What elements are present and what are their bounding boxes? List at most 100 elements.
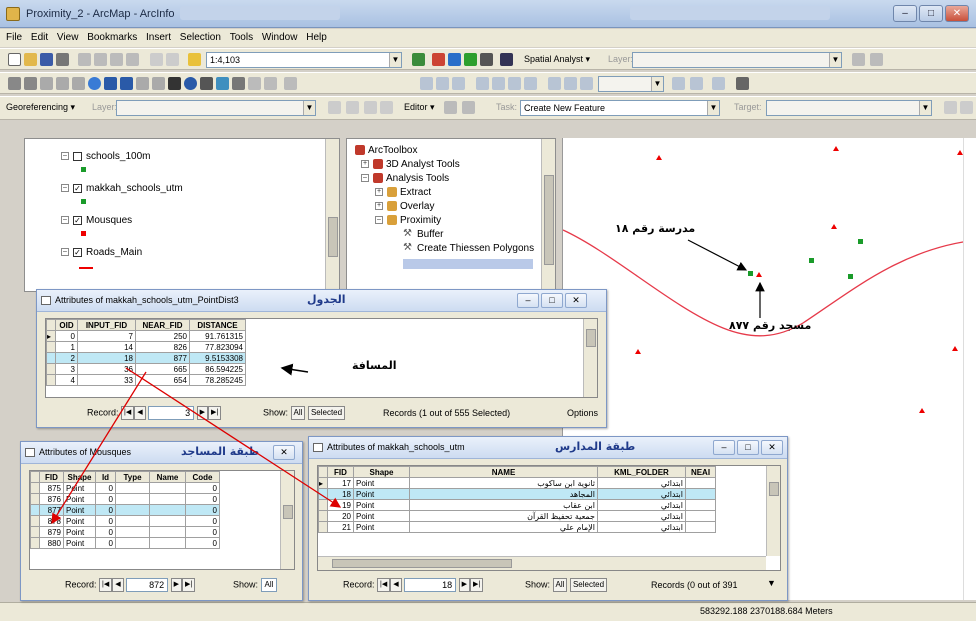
histogram-icon[interactable] xyxy=(852,53,865,66)
table-row-selected[interactable]: 877 Point 0 0 xyxy=(30,504,220,516)
row-selector[interactable] xyxy=(46,363,56,375)
row-selector[interactable] xyxy=(318,488,328,500)
table-row[interactable]: 20 Point جمعية تحفيظ القرآن ابتدائي xyxy=(318,510,716,522)
toolbox-scrollbar[interactable] xyxy=(541,139,555,291)
cell[interactable] xyxy=(115,504,150,516)
first-record-button[interactable]: |◀ xyxy=(377,578,391,592)
rotate-tool-icon[interactable] xyxy=(960,101,973,114)
cell[interactable]: 654 xyxy=(135,374,190,386)
expand-icon[interactable]: + xyxy=(375,188,383,197)
delete-icon[interactable] xyxy=(126,53,139,66)
measure-icon[interactable] xyxy=(232,77,245,90)
zoom-in-icon[interactable] xyxy=(8,77,21,90)
cell[interactable]: 0 xyxy=(185,504,220,516)
cell[interactable]: 876 xyxy=(39,493,64,505)
cell[interactable]: 0 xyxy=(185,526,220,538)
options-button[interactable]: Options xyxy=(567,408,598,418)
next-record-button[interactable]: ▶ xyxy=(196,406,209,420)
maximize-button[interactable]: □ xyxy=(541,293,563,308)
table-row[interactable]: 878 Point 0 0 xyxy=(30,515,220,527)
attribute-grid[interactable]: FID Shape NAME KML_FOLDER NEAI ▸ 17 Point ثانوي… xyxy=(317,465,781,571)
cell[interactable]: Point xyxy=(63,526,96,538)
collapse-icon[interactable]: – xyxy=(361,174,369,183)
row-selector[interactable] xyxy=(30,482,40,494)
layout-tool-icon[interactable] xyxy=(524,77,537,90)
cell[interactable]: 3 xyxy=(55,363,78,375)
window-titlebar[interactable]: Attributes of makkah_schools_utm طبقة ال… xyxy=(309,437,787,459)
identify-icon[interactable] xyxy=(184,77,197,90)
cell[interactable]: Point xyxy=(63,504,96,516)
column-header[interactable]: KML_FOLDER xyxy=(597,466,686,478)
toolbox-root[interactable]: ArcToolbox xyxy=(355,145,417,156)
python-icon[interactable] xyxy=(480,53,493,66)
table-row[interactable]: 1 14 826 77.823094 xyxy=(46,341,246,353)
cell[interactable]: الإمام علي xyxy=(409,521,598,533)
collapse-icon[interactable]: – xyxy=(61,184,69,193)
cell[interactable]: Point xyxy=(63,537,96,549)
row-selector[interactable] xyxy=(30,515,40,527)
table-row[interactable]: 21 Point الإمام علي ابتدائي xyxy=(318,521,716,533)
clear-selection-icon[interactable] xyxy=(152,77,165,90)
toolbox-3d-analyst[interactable]: +3D Analyst Tools xyxy=(361,159,460,170)
cell[interactable] xyxy=(685,510,716,522)
maximize-button[interactable]: □ xyxy=(737,440,759,455)
collapse-icon[interactable]: – xyxy=(375,216,383,225)
attribute-grid[interactable]: OID INPUT_FID NEAR_FID DISTANCE ▸ 0 7 250 91.76… xyxy=(45,318,598,398)
column-header[interactable]: DISTANCE xyxy=(189,319,246,331)
options-dropdown-icon[interactable]: ▼ xyxy=(767,578,776,588)
last-record-button[interactable]: ▶| xyxy=(182,578,196,592)
cell[interactable] xyxy=(685,477,716,489)
cell[interactable]: ابتدائي xyxy=(597,499,686,511)
cell[interactable]: ابن عقاب xyxy=(409,499,598,511)
tool-buffer[interactable]: ⚒ Buffer xyxy=(403,229,444,240)
cell[interactable]: 0 xyxy=(185,482,220,494)
layout-tool-icon[interactable] xyxy=(452,77,465,90)
toc-layer-roads-main[interactable]: – ✓ Roads_Main xyxy=(61,247,142,258)
column-header[interactable]: NEAI xyxy=(685,466,716,478)
layer-checkbox[interactable]: ✓ xyxy=(73,247,82,257)
layer-checkbox[interactable]: ✓ xyxy=(73,215,82,225)
column-header[interactable]: FID xyxy=(39,471,64,483)
toolset-proximity[interactable]: – Proximity xyxy=(375,215,441,226)
scroll-thumb[interactable] xyxy=(544,175,554,265)
cell[interactable]: Point xyxy=(63,515,96,527)
minimize-button[interactable]: – xyxy=(713,440,735,455)
show-all-button[interactable]: All xyxy=(290,406,306,420)
table-row[interactable]: 880 Point 0 0 xyxy=(30,537,220,549)
collapse-icon[interactable]: – xyxy=(61,216,69,225)
edit-tool-icon[interactable] xyxy=(444,101,457,114)
record-number-input[interactable]: 3 xyxy=(148,406,195,420)
menu-bookmarks[interactable]: Bookmarks xyxy=(87,29,137,47)
row-selector[interactable] xyxy=(318,510,328,522)
horizontal-scrollbar[interactable] xyxy=(318,556,766,570)
column-header[interactable]: NEAR_FID xyxy=(135,319,190,331)
cell[interactable]: 0 xyxy=(95,515,116,527)
cell[interactable]: 0 xyxy=(95,537,116,549)
map-scale-combo[interactable]: 1:4,103 ▼ xyxy=(206,52,402,68)
row-selector[interactable] xyxy=(30,493,40,505)
column-header[interactable]: Shape xyxy=(353,466,410,478)
task-combo[interactable]: Create New Feature ▼ xyxy=(520,100,720,116)
tool-create-thiessen[interactable]: ⚒ Create Thiessen Polygons xyxy=(403,243,534,254)
row-selector[interactable] xyxy=(46,352,56,364)
new-icon[interactable] xyxy=(8,53,21,66)
cell[interactable]: 879 xyxy=(39,526,64,538)
menu-selection[interactable]: Selection xyxy=(180,29,221,47)
expand-icon[interactable]: + xyxy=(361,160,369,169)
table-row[interactable]: ▸ 0 7 250 91.761315 xyxy=(46,330,246,342)
table-row[interactable]: 876 Point 0 0 xyxy=(30,493,220,505)
full-extent-icon[interactable] xyxy=(88,77,101,90)
menu-view[interactable]: View xyxy=(57,29,79,47)
column-header[interactable]: INPUT_FID xyxy=(77,319,136,331)
cell[interactable]: Point xyxy=(353,510,410,522)
whats-this-icon[interactable] xyxy=(500,53,513,66)
cell[interactable]: Point xyxy=(353,499,410,511)
cell[interactable]: 20 xyxy=(327,510,354,522)
next-record-button[interactable]: ▶ xyxy=(170,578,183,592)
cell[interactable]: 826 xyxy=(135,341,190,353)
georeferencing-menu[interactable]: Georeferencing ▾ xyxy=(6,102,75,113)
cell[interactable] xyxy=(149,504,186,516)
hyperlink-icon[interactable] xyxy=(248,77,261,90)
show-all-button[interactable]: All xyxy=(552,578,568,592)
row-selector[interactable] xyxy=(46,374,56,386)
